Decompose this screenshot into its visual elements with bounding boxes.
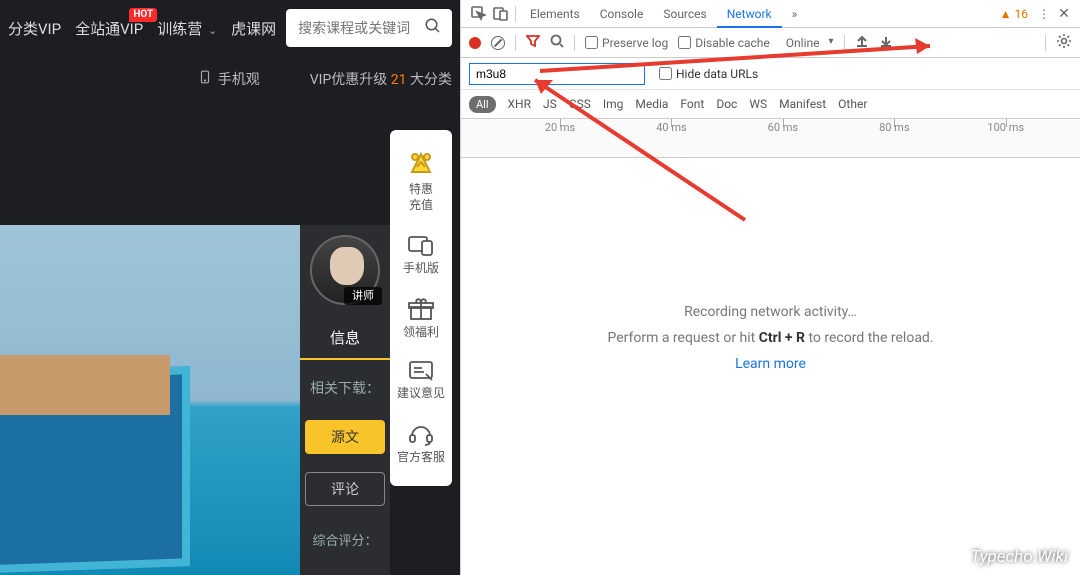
filter-other[interactable]: Other: [838, 97, 867, 111]
annotation-arrow: [525, 70, 765, 230]
filter-all[interactable]: All: [469, 96, 496, 113]
hint-msg: Perform a request or hit Ctrl + R to rec…: [607, 330, 933, 346]
tab-info[interactable]: 信息: [300, 327, 390, 360]
inspect-icon[interactable]: [467, 3, 489, 25]
promo-right: 大分类: [410, 72, 452, 88]
top-nav: 分类VIP 全站通VIP HOT 训练营 ⌄ 虎课网: [0, 0, 460, 56]
close-icon[interactable]: ✕: [1054, 6, 1074, 22]
promo-bar: 手机观 VIP优惠升级 21 大分类: [0, 56, 460, 101]
search-icon[interactable]: [424, 17, 442, 39]
search-box[interactable]: [286, 9, 452, 47]
hot-badge: HOT: [129, 8, 157, 22]
gear-icon[interactable]: [1056, 33, 1072, 52]
rail-label: 建议意见: [397, 386, 445, 400]
related-downloads-label: 相关下载：: [310, 378, 380, 398]
filter-manifest[interactable]: Manifest: [779, 97, 826, 111]
search-input[interactable]: [296, 19, 424, 37]
overall-score-label: 综合评分：: [312, 530, 377, 549]
nav-training-label: 训练营: [157, 20, 202, 38]
tick: 100 ms: [987, 121, 1024, 134]
promo-left: VIP优惠升级: [310, 72, 391, 88]
watermark: Typecho.Wiki: [970, 547, 1068, 567]
device-icon[interactable]: [489, 3, 511, 25]
record-icon[interactable]: [469, 37, 481, 49]
recording-msg: Recording network activity…: [684, 304, 857, 320]
nav-allsite-label: 全站通VIP: [75, 20, 143, 38]
learn-more-link[interactable]: Learn more: [735, 356, 806, 372]
nav-training[interactable]: 训练营 ⌄: [157, 18, 217, 39]
kebab-icon[interactable]: ⋮: [1034, 7, 1054, 21]
nav-allsite-vip[interactable]: 全站通VIP HOT: [75, 18, 143, 39]
chevron-down-icon: ⌄: [208, 24, 217, 37]
rail-label: 官方客服: [397, 450, 445, 464]
tick: 60 ms: [768, 121, 798, 134]
nav-category-vip[interactable]: 分类VIP: [8, 18, 61, 39]
rail-label: 特惠: [409, 182, 433, 196]
clear-icon[interactable]: [491, 36, 505, 50]
rail-label: 领福利: [403, 325, 439, 339]
promo-num: 21: [391, 72, 407, 88]
website-pane: 分类VIP 全站通VIP HOT 训练营 ⌄ 虎课网 手机观 VIP优惠升级 2…: [0, 0, 460, 575]
side-rail: 特惠 充值 手机版 领福利 建议意见 官方客服: [390, 130, 452, 486]
rail-label: 充值: [409, 198, 433, 212]
promo-phone[interactable]: 手机观: [218, 69, 260, 89]
course-side-panel: 讲师 信息 相关下载： 源文 评论 综合评分：: [300, 225, 390, 575]
warn-count: 16: [1015, 7, 1029, 21]
hero-image: [0, 225, 300, 575]
phone-icon: [198, 69, 212, 89]
warnings-counter[interactable]: ▲ 16: [1000, 7, 1028, 21]
tick: 80 ms: [879, 121, 909, 134]
rail-mobile[interactable]: 手机版: [390, 223, 452, 287]
rail-recharge[interactable]: 特惠 充值: [390, 140, 452, 223]
download-source-button[interactable]: 源文: [305, 420, 385, 454]
review-button[interactable]: 评论: [305, 472, 385, 506]
rail-label: 手机版: [403, 261, 439, 275]
nav-site[interactable]: 虎课网: [231, 18, 276, 39]
rail-feedback[interactable]: 建议意见: [390, 350, 452, 412]
rail-support[interactable]: 官方客服: [390, 412, 452, 476]
instructor-tag: 讲师: [344, 287, 382, 305]
rail-gift[interactable]: 领福利: [390, 287, 452, 351]
